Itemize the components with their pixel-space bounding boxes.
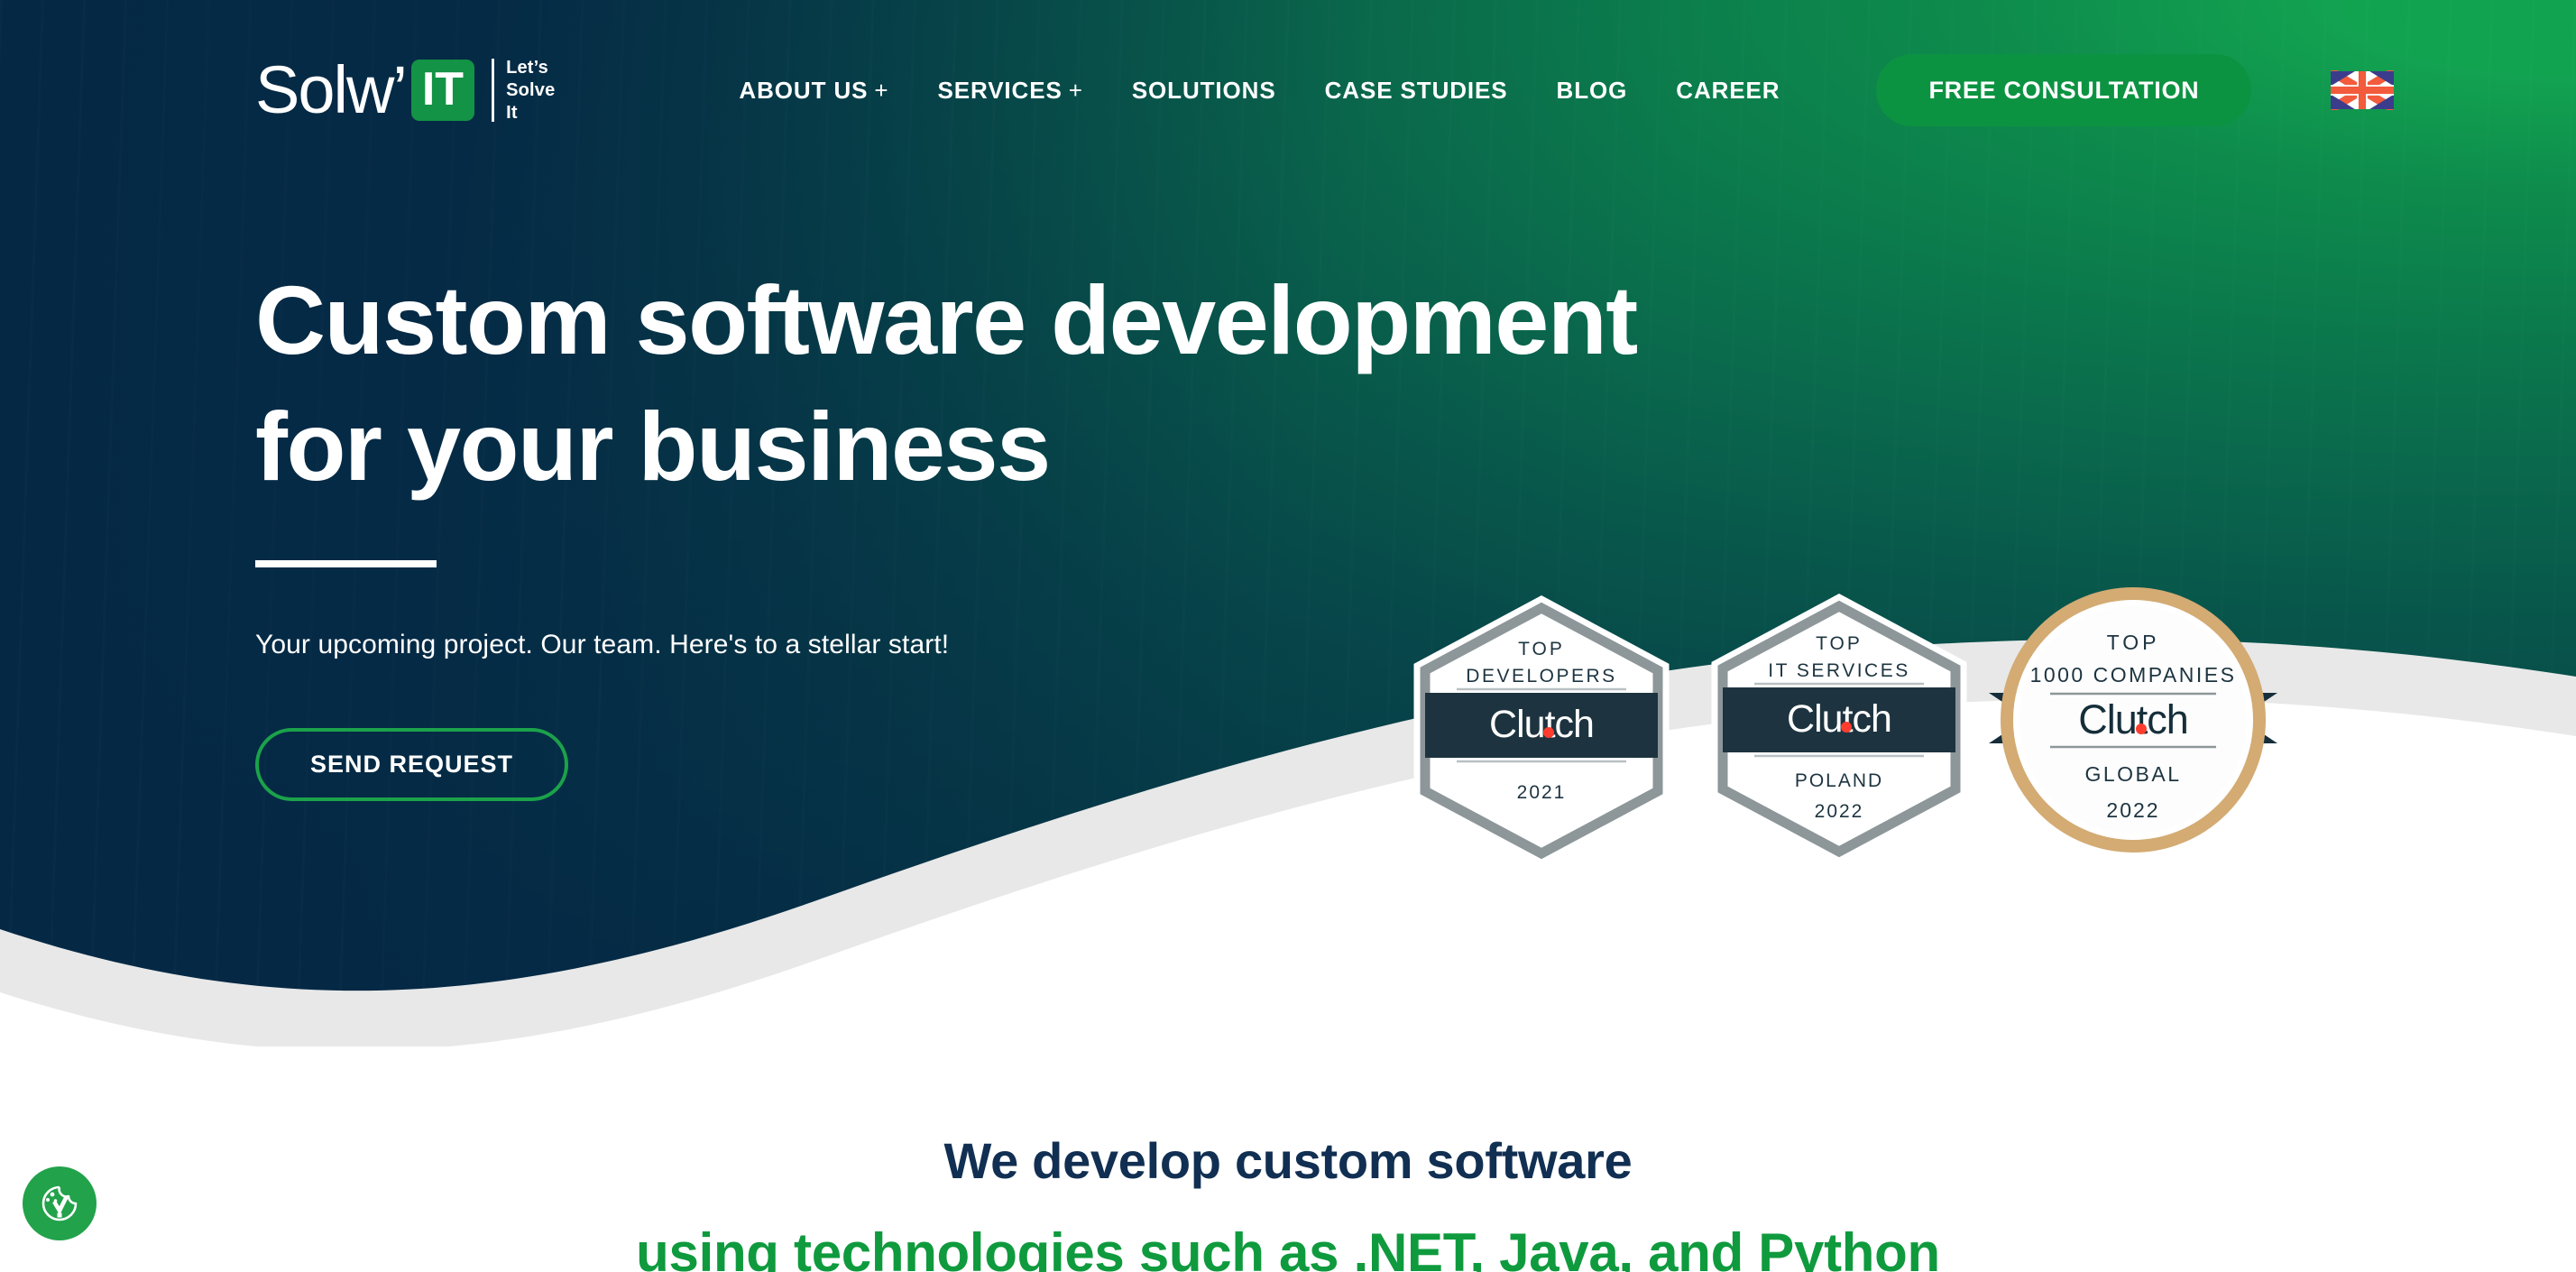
award-badge-clutch-top-1000-companies[interactable]: TOP 1000 COMPANIES Clutch GLOBAL 2022 (1989, 586, 2277, 857)
logo-it-badge: IT (410, 60, 475, 121)
plus-icon: + (874, 76, 889, 104)
badge-top-line: TOP (2107, 631, 2160, 654)
badge-bottom-line-1: 2021 (1517, 782, 1567, 803)
award-badges: TOP DEVELOPERS Clutch 2021 TOP IT SERVIC… (1412, 586, 2332, 866)
badge-bottom-line-1: GLOBAL (2084, 762, 2181, 786)
title-underline-rule (255, 559, 437, 567)
site-header: Solw’ IT Let’s Solve It ABOUT US + SERVI… (0, 0, 2576, 180)
logo-tagline: Let’s Solve It (506, 57, 556, 123)
site-logo[interactable]: Solw’ IT Let’s Solve It (255, 57, 555, 124)
cookie-consent-button[interactable] (23, 1166, 97, 1240)
badge-top-line: TOP (1518, 639, 1565, 659)
hero-section: Solw’ IT Let’s Solve It ABOUT US + SERVI… (0, 0, 2576, 1046)
badge-bottom-line-2: 2022 (1815, 801, 1864, 822)
nav-item-blog[interactable]: BLOG (1532, 77, 1652, 105)
plus-icon: + (1068, 76, 1083, 104)
nav-item-about-us[interactable]: ABOUT US + (714, 77, 913, 105)
send-request-button[interactable]: SEND REQUEST (255, 727, 569, 801)
nav-item-case-studies[interactable]: CASE STUDIES (1301, 77, 1532, 105)
badge-hexagon-graphic: TOP DEVELOPERS Clutch 2021 (1413, 595, 1670, 866)
nav-item-solutions[interactable]: SOLUTIONS (1108, 77, 1301, 105)
intro-subheading: using technologies such as .NET, Java, a… (636, 1221, 1940, 1272)
logo-wordmark: Solw’ (255, 52, 408, 127)
nav-label: BLOG (1556, 76, 1628, 104)
intro-heading: We develop custom software (943, 1132, 1633, 1189)
badge-hexagon-graphic: TOP IT SERVICES Clutch POLAND 2022 (1711, 594, 1967, 864)
free-consultation-button[interactable]: FREE CONSULTATION (1876, 54, 2252, 126)
nav-label: CAREER (1676, 76, 1780, 104)
nav-label: SERVICES (937, 76, 1063, 104)
main-navigation: ABOUT US + SERVICES + SOLUTIONS CASE STU… (714, 77, 1804, 105)
cookie-consent-icon (41, 1185, 78, 1221)
badge-brand: Clutch (2078, 696, 2188, 742)
award-badge-clutch-top-developers[interactable]: TOP DEVELOPERS Clutch 2021 (1412, 595, 1671, 871)
intro-section: We develop custom software using technol… (0, 1046, 2576, 1272)
uk-flag-icon[interactable] (2331, 70, 2395, 110)
badge-title: IT SERVICES (1768, 660, 1909, 681)
badge-title: DEVELOPERS (1466, 666, 1616, 687)
award-badge-clutch-top-it-services[interactable]: TOP IT SERVICES Clutch POLAND 2022 (1709, 594, 1969, 869)
badge-title: 1000 COMPANIES (2030, 663, 2237, 687)
nav-label: ABOUT US (739, 76, 869, 104)
badge-bottom-line-1: POLAND (1795, 770, 1883, 791)
nav-label: CASE STUDIES (1324, 76, 1508, 104)
nav-item-services[interactable]: SERVICES + (914, 77, 1108, 105)
nav-item-career[interactable]: CAREER (1651, 77, 1804, 105)
logo-divider (492, 59, 495, 122)
badge-circle-graphic: TOP 1000 COMPANIES Clutch GLOBAL 2022 (1989, 587, 2277, 853)
badge-bottom-line-2: 2022 (2106, 798, 2159, 822)
nav-label: SOLUTIONS (1131, 76, 1276, 104)
page-title: Custom software development for your bus… (255, 265, 1638, 502)
badge-brand: Clutch (1489, 703, 1594, 746)
badge-brand: Clutch (1787, 697, 1891, 741)
badge-top-line: TOP (1816, 633, 1863, 654)
